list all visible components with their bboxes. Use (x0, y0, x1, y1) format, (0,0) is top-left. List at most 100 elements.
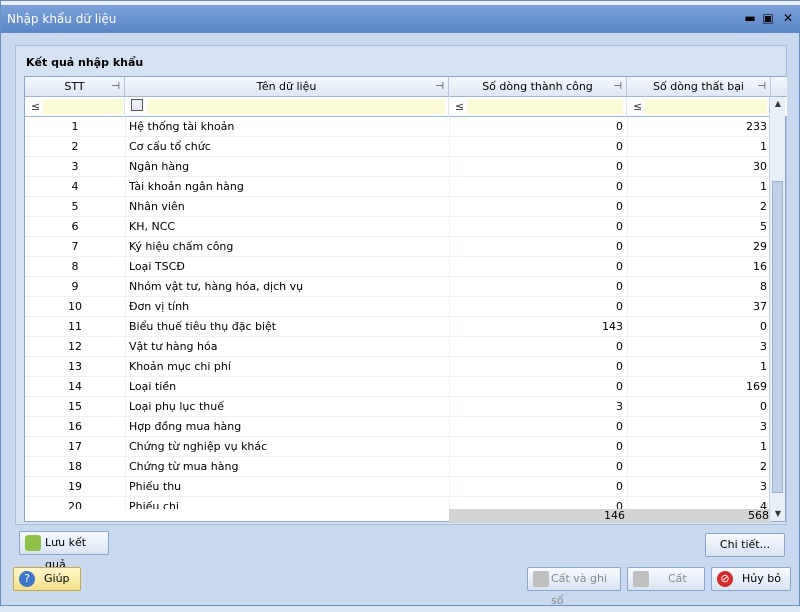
cell-failed: 30 (753, 160, 767, 173)
table-row[interactable]: 12 Vật tư hàng hóa 0 3 (25, 337, 771, 357)
cell-stt: 6 (71, 220, 79, 233)
table-row[interactable]: 13 Khoản mục chi phí 0 1 (25, 357, 771, 377)
cell-failed: 3 (760, 480, 767, 493)
disk-icon (633, 571, 649, 587)
close-icon[interactable]: ✕ (781, 11, 795, 25)
column-header-success[interactable]: Số dòng thành công ⊣ (449, 77, 627, 97)
less-equal-icon[interactable]: ≤ (31, 100, 40, 113)
table-row[interactable]: 4 Tài khoản ngân hàng 0 1 (25, 177, 771, 197)
table-row[interactable]: 19 Phiếu thu 0 3 (25, 477, 771, 497)
cell-failed: 5 (760, 220, 767, 233)
vertical-scrollbar[interactable]: ▲ ▼ (769, 97, 785, 521)
pin-icon[interactable]: ⊣ (435, 77, 444, 97)
cell-success: 0 (616, 440, 623, 453)
cell-success: 0 (616, 340, 623, 353)
disk-icon (533, 571, 549, 587)
cell-success: 0 (616, 360, 623, 373)
cell-name: Đơn vị tính (129, 300, 190, 313)
pin-icon[interactable]: ⊣ (111, 77, 120, 97)
cell-failed: 29 (753, 240, 767, 253)
cell-name: Vật tư hàng hóa (129, 340, 218, 353)
less-equal-icon[interactable]: ≤ (633, 100, 642, 113)
cell-stt: 18 (68, 460, 82, 473)
table-row[interactable]: 18 Chứng từ mua hàng 0 2 (25, 457, 771, 477)
cell-failed: 37 (753, 300, 767, 313)
filter-input-failed[interactable] (645, 99, 767, 114)
table-row[interactable]: 7 Ký hiệu chấm công 0 29 (25, 237, 771, 257)
column-header-stt[interactable]: STT ⊣ (25, 77, 125, 97)
minimize-icon[interactable]: ▬ (743, 11, 757, 25)
cell-stt: 19 (68, 480, 82, 493)
cell-name: Chứng từ mua hàng (129, 460, 239, 473)
help-icon: ? (19, 571, 35, 587)
cancel-button[interactable]: ⊘ Hủy bỏ (711, 567, 791, 591)
title-bar[interactable]: Nhập khẩu dữ liệu ▬ ▣ ✕ (1, 5, 800, 33)
table-row[interactable]: 5 Nhân viên 0 2 (25, 197, 771, 217)
table-row[interactable]: 9 Nhóm vật tư, hàng hóa, dịch vụ 0 8 (25, 277, 771, 297)
cell-success: 0 (616, 380, 623, 393)
detail-button[interactable]: Chi tiết... (705, 533, 785, 557)
table-row[interactable]: 1 Hệ thống tài khoản 0 233 (25, 117, 771, 137)
cell-success: 0 (616, 220, 623, 233)
table-row[interactable]: 17 Chứng từ nghiệp vụ khác 0 1 (25, 437, 771, 457)
filter-name[interactable] (125, 97, 449, 117)
filter-stt[interactable]: ≤ (25, 97, 125, 117)
cell-name: Loại TSCĐ (129, 260, 185, 273)
scroll-up-icon[interactable]: ▲ (770, 97, 786, 111)
cell-stt: 13 (68, 360, 82, 373)
column-header-name[interactable]: Tên dữ liệu ⊣ (125, 77, 449, 97)
cell-stt: 11 (68, 320, 82, 333)
table-row[interactable]: 10 Đơn vị tính 0 37 (25, 297, 771, 317)
table-row[interactable]: 14 Loại tiền 0 169 (25, 377, 771, 397)
table-row[interactable]: 8 Loại TSCĐ 0 16 (25, 257, 771, 277)
filter-input-name[interactable] (147, 99, 445, 114)
cell-name: Phiếu chi (129, 500, 179, 509)
cell-success: 0 (616, 200, 623, 213)
pin-icon[interactable]: ⊣ (757, 77, 766, 97)
cell-name: Nhân viên (129, 200, 185, 213)
cell-stt: 15 (68, 400, 82, 413)
cell-success: 143 (602, 320, 623, 333)
filter-input-success[interactable] (467, 99, 623, 114)
column-header-failed[interactable]: Số dòng thất bại ⊣ (627, 77, 771, 97)
table-row[interactable]: 3 Ngân hàng 0 30 (25, 157, 771, 177)
table-row[interactable]: 11 Biểu thuế tiêu thụ đặc biệt 143 0 (25, 317, 771, 337)
cancel-icon: ⊘ (717, 571, 733, 587)
cell-failed: 3 (760, 420, 767, 433)
filter-failed[interactable]: ≤ (627, 97, 771, 117)
cell-name: Tài khoản ngân hàng (129, 180, 244, 193)
cell-success: 0 (616, 480, 623, 493)
cell-failed: 0 (760, 320, 767, 333)
cell-name: Loại tiền (129, 380, 177, 393)
cell-name: Biểu thuế tiêu thụ đặc biệt (129, 320, 277, 333)
cell-name: Chứng từ nghiệp vụ khác (129, 440, 268, 453)
table-row[interactable]: 15 Loại phụ lục thuế 3 0 (25, 397, 771, 417)
save-and-record-button[interactable]: Cất và ghi sổ (527, 567, 621, 607)
filter-checkbox-icon[interactable] (131, 99, 143, 111)
save-button[interactable]: Cất (627, 567, 705, 591)
import-dialog: Nhập khẩu dữ liệu ▬ ▣ ✕ Kết quả nhập khẩ… (0, 0, 800, 607)
filter-success[interactable]: ≤ (449, 97, 627, 117)
cell-stt: 20 (68, 500, 82, 509)
cell-stt: 12 (68, 340, 82, 353)
table-row[interactable]: 2 Cơ cấu tổ chức 0 1 (25, 137, 771, 157)
table-row[interactable]: 16 Hợp đồng mua hàng 0 3 (25, 417, 771, 437)
pin-icon[interactable]: ⊣ (613, 77, 622, 97)
less-equal-icon[interactable]: ≤ (455, 100, 464, 113)
cell-success: 0 (616, 420, 623, 433)
cell-failed: 4 (760, 500, 767, 509)
scroll-down-icon[interactable]: ▼ (770, 507, 786, 521)
help-button[interactable]: ? Giúp (13, 567, 81, 591)
filter-input-stt[interactable] (43, 99, 123, 114)
cell-failed: 1 (760, 440, 767, 453)
cell-failed: 2 (760, 460, 767, 473)
cell-name: Cơ cấu tổ chức (129, 140, 211, 153)
table-row[interactable]: 6 KH, NCC 0 5 (25, 217, 771, 237)
cell-failed: 8 (760, 280, 767, 293)
cell-name: Loại phụ lục thuế (129, 400, 224, 413)
scroll-thumb[interactable] (772, 181, 783, 493)
save-result-button[interactable]: Lưu kết quả (19, 531, 109, 571)
cell-success: 3 (616, 400, 623, 413)
maximize-icon[interactable]: ▣ (761, 11, 775, 25)
table-row[interactable]: 20 Phiếu chi 0 4 (25, 497, 771, 509)
